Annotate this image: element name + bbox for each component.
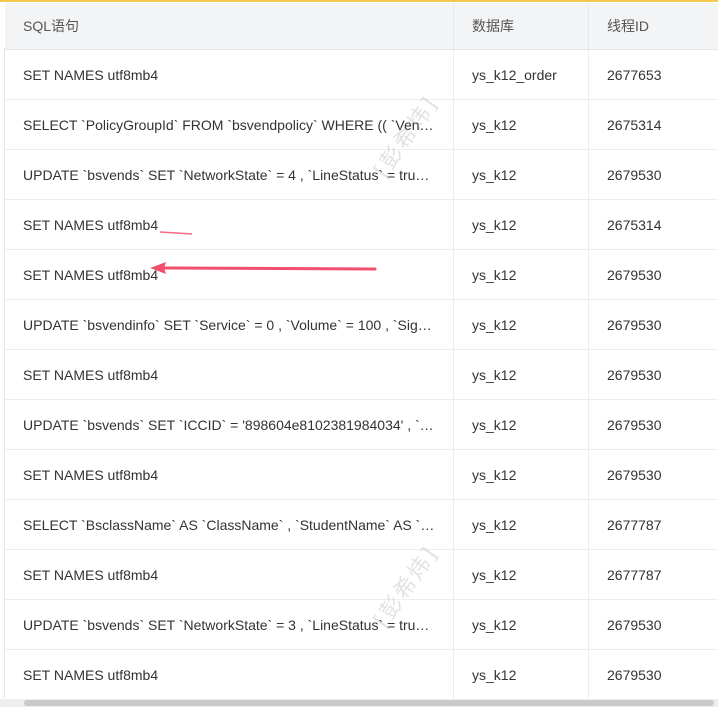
red-arrow-icon <box>158 266 377 271</box>
red-underline-mark <box>159 231 193 235</box>
annotation-layer <box>150 231 377 274</box>
red-arrow-head <box>150 262 166 274</box>
horizontal-scrollbar-thumb[interactable] <box>24 700 714 706</box>
